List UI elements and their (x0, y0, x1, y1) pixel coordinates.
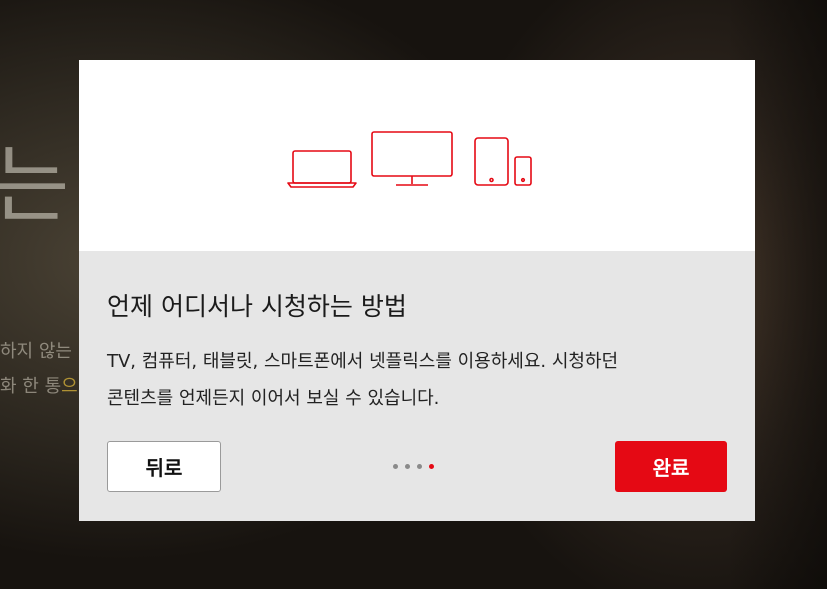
pagination-dots (393, 464, 434, 469)
modal-heading: 언제 어디서나 시청하는 방법 (107, 292, 407, 321)
pagination-dot-2[interactable] (405, 464, 410, 469)
modal-content: 언제 어디서나 시청하는 방법 TV, 컴퓨터, 태블릿, 스마트폰에서 넷플릭… (79, 251, 755, 521)
description-line-2: 콘텐츠를 언제든지 이어서 보실 수 있습니다. (107, 388, 440, 409)
description-line-1: TV, 컴퓨터, 태블릿, 스마트폰에서 넷플릭스를 이용하세요. 시청하던 (107, 351, 619, 372)
back-button[interactable]: 뒤로 (107, 441, 221, 492)
pagination-dot-4-active[interactable] (429, 464, 434, 469)
background-title: 는 (0, 136, 72, 234)
pagination-dot-3[interactable] (417, 464, 422, 469)
monitor-icon (371, 131, 453, 186)
pagination-dot-1[interactable] (393, 464, 398, 469)
laptop-icon (287, 150, 357, 188)
phone-icon (514, 156, 532, 186)
modal-illustration-area (79, 60, 755, 251)
devices-illustration (287, 131, 532, 188)
background-text-line-2: 화 한 통으 (0, 376, 78, 397)
onboarding-modal: 언제 어디서나 시청하는 방법 TV, 컴퓨터, 태블릿, 스마트폰에서 넷플릭… (79, 60, 755, 521)
tablet-icon (474, 137, 509, 186)
modal-description: TV, 컴퓨터, 태블릿, 스마트폰에서 넷플릭스를 이용하세요. 시청하던 콘… (107, 343, 727, 417)
done-button[interactable]: 완료 (615, 441, 727, 492)
background-text-line-1: 하지 않는 (0, 341, 72, 362)
